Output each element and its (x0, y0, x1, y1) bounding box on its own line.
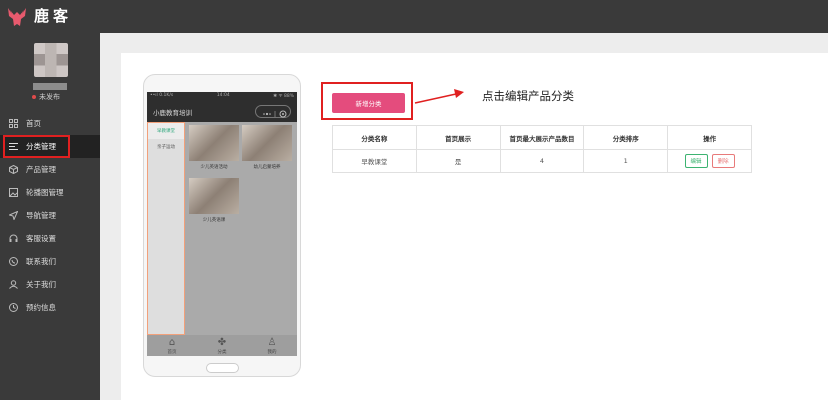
phone-signal: ••ıl 0.1K/s (150, 93, 174, 98)
table-row: 早教课堂 是 4 1 编辑 删除 (332, 149, 752, 173)
phone-icon (8, 257, 18, 267)
user-icon (8, 280, 18, 290)
annotation-text: 点击编辑产品分类 (482, 89, 574, 103)
avatar[interactable] (34, 43, 68, 77)
table-header-row: 分类名称 首页展示 首页最大展示产品数目 分类排序 操作 (332, 125, 752, 150)
phone-tab-label: 分类 (217, 350, 227, 355)
product-image (189, 178, 239, 214)
sidebar-item-service[interactable]: 客服设置 (0, 227, 100, 250)
username-blurred (33, 83, 67, 90)
phone-home-button (206, 363, 239, 373)
product-caption: 少儿英语课 (202, 218, 226, 223)
sidebar-item-home[interactable]: 首页 (0, 112, 100, 135)
deer-logo-icon (8, 8, 26, 26)
cell-order: 1 (583, 149, 669, 173)
phone-status-bar: ••ıl 0.1K/s 14:04 ✱ ᯤ 88% (147, 92, 297, 100)
sidebar-item-navigation[interactable]: 导航管理 (0, 204, 100, 227)
phone-title: 小鹿教育培训 (153, 109, 192, 117)
status-dot (32, 95, 36, 99)
product-caption: 幼儿启蒙培养 (253, 165, 281, 170)
phone-category-item[interactable]: 亲子运动 (148, 139, 184, 155)
send-icon (8, 211, 18, 221)
sidebar-item-label: 关于我们 (26, 280, 56, 289)
col-header-max-products: 首页最大展示产品数目 (499, 125, 585, 150)
grid-icon (8, 119, 18, 129)
product-caption: 少儿英语活动 (200, 165, 228, 170)
cell-max-products: 4 (499, 149, 585, 173)
phone-tab-label: 首页 (167, 350, 177, 355)
sidebar-item-contact[interactable]: 联系我们 (0, 250, 100, 273)
phone-product-card[interactable]: 幼儿启蒙培养 (242, 125, 292, 170)
publish-status: 未发布 (32, 92, 60, 102)
headset-icon (8, 234, 18, 244)
clock-icon (8, 303, 18, 313)
phone-tab-mine[interactable]: ♙ 我的 (257, 336, 287, 355)
col-header-actions: 操作 (667, 125, 752, 150)
sidebar-item-label: 轮播图管理 (26, 188, 64, 197)
phone-time: 14:04 (216, 93, 230, 98)
home-icon: ⌂ (168, 337, 176, 348)
phone-product-card[interactable]: 少儿英语课 (189, 178, 239, 223)
category-table: 分类名称 首页展示 首页最大展示产品数目 分类排序 操作 早教课堂 是 4 1 … (332, 125, 752, 173)
top-bar: 鹿客 (0, 0, 828, 33)
phone-battery: ✱ ᯤ 88% (273, 94, 294, 99)
phone-tabbar: ⌂ 首页 ✤ 分类 ♙ 我的 (147, 335, 297, 356)
sidebar-item-booking[interactable]: 预约信息 (0, 296, 100, 319)
col-header-order: 分类排序 (583, 125, 669, 150)
brand-name: 鹿客 (34, 7, 73, 25)
sidebar-item-label: 导航管理 (26, 211, 56, 220)
sidebar-item-about[interactable]: 关于我们 (0, 273, 100, 296)
sidebar-item-products[interactable]: 产品管理 (0, 158, 100, 181)
sidebar-item-label: 客服设置 (26, 234, 56, 243)
image-icon (8, 188, 18, 198)
cell-name: 早教课堂 (332, 149, 417, 173)
box-icon (8, 165, 18, 175)
col-header-name: 分类名称 (332, 125, 417, 150)
phone-tab-home[interactable]: ⌂ 首页 (157, 336, 187, 355)
add-category-button[interactable]: 新增分类 (332, 93, 405, 113)
sidebar-item-label: 联系我们 (26, 257, 56, 266)
sidebar-item-label: 首页 (26, 119, 41, 128)
phone-category-item[interactable]: 早教课堂 (148, 123, 184, 139)
cell-home-display: 是 (415, 149, 501, 173)
category-icon: ✤ (217, 337, 227, 348)
col-header-home-display: 首页展示 (415, 125, 501, 150)
product-image (242, 125, 292, 161)
miniprogram-capsule (255, 105, 291, 118)
phone-category-list: 早教课堂 亲子运动 (147, 122, 185, 335)
sidebar-item-label: 预约信息 (26, 303, 56, 312)
status-text: 未发布 (39, 93, 60, 101)
annotation-arrow-icon (414, 89, 464, 104)
sidebar-annotation-box (3, 135, 70, 158)
delete-button[interactable]: 删除 (711, 154, 735, 168)
edit-button[interactable]: 编辑 (684, 154, 708, 168)
sidebar-item-carousel[interactable]: 轮播图管理 (0, 181, 100, 204)
phone-product-card[interactable]: 少儿英语活动 (189, 125, 239, 170)
sidebar: 未发布 首页 分类管理 产品管理 轮播图管理 导航管理 客服设置 联系我们 关于… (0, 33, 100, 400)
phone-tab-category[interactable]: ✤ 分类 (207, 336, 237, 355)
product-image (189, 125, 239, 161)
person-icon: ♙ (267, 337, 277, 348)
cell-actions: 编辑 删除 (667, 149, 752, 173)
phone-tab-label: 我的 (267, 350, 277, 355)
sidebar-item-label: 产品管理 (26, 165, 56, 174)
